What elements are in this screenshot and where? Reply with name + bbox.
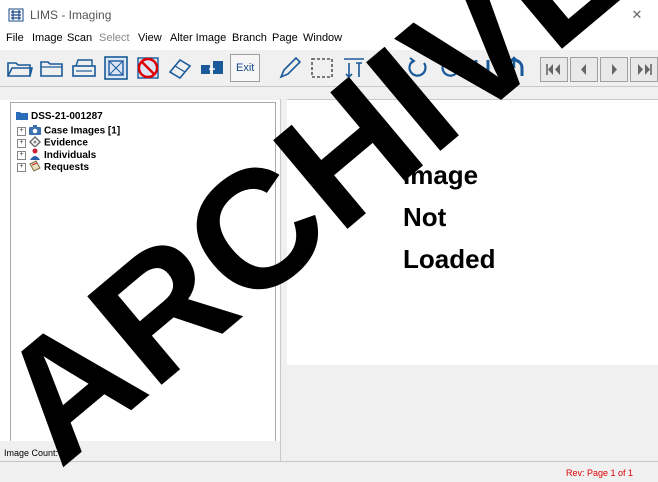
image-count-value: 1 [68, 448, 74, 458]
flip-horizontal-icon[interactable] [500, 54, 528, 82]
tree-root-label: DSS-21-001287 [31, 111, 103, 123]
no-image-icon[interactable] [134, 54, 162, 82]
next-page-button[interactable] [600, 57, 628, 82]
menu-window[interactable]: Window [303, 32, 342, 44]
image-placeholder-line-3: Loaded [403, 244, 496, 274]
window-title: LIMS - Imaging [30, 8, 112, 22]
image-count-label: Image Count: [4, 448, 59, 458]
tree-item-label: Case Images [1] [44, 125, 121, 137]
expand-toggle[interactable]: + [17, 138, 26, 148]
pen-icon[interactable] [276, 54, 304, 82]
menu-scan[interactable]: Scan [67, 32, 92, 44]
tree-item-label: Evidence [44, 137, 88, 149]
flip-vertical-icon[interactable] [468, 54, 496, 82]
status-bar [0, 461, 658, 482]
new-folder-icon[interactable] [38, 54, 66, 82]
image-placeholder-line-2: Not [403, 202, 447, 232]
toolbar: Exit [0, 50, 658, 86]
image-count: Image Count: 1 [4, 448, 74, 458]
image-placeholder-line-1: Image [403, 160, 479, 190]
select-rectangle-icon[interactable] [308, 54, 336, 82]
scanner-icon[interactable] [70, 54, 98, 82]
expand-toggle[interactable]: + [17, 163, 26, 172]
sort-icon[interactable] [340, 54, 368, 82]
tree-item-label: Requests [44, 162, 90, 174]
menu-file[interactable]: File [6, 32, 24, 44]
menu-view[interactable]: View [138, 32, 162, 44]
rotate-left-icon[interactable] [436, 54, 464, 82]
menu-alter-image[interactable]: Alter Image [170, 32, 226, 44]
exit-button[interactable]: Exit [230, 54, 260, 82]
previous-page-icon [581, 64, 586, 75]
minimize-button[interactable]: — [532, 4, 562, 26]
menu-branch[interactable]: Branch [232, 32, 267, 44]
expand-toggle[interactable]: + [17, 151, 26, 160]
page-status: Rev: Page 1 of 1 [566, 468, 634, 478]
image-pane-footer [287, 365, 658, 461]
maximize-button[interactable]: ☐ [576, 4, 606, 26]
menu-page[interactable]: Page [272, 32, 298, 44]
previous-page-button[interactable] [570, 57, 598, 82]
menu-bar: File Image Scan Select View Alter Image … [0, 30, 658, 48]
tree-item-requests[interactable]: + Requests [17, 160, 89, 175]
next-page-icon [612, 64, 617, 75]
first-page-button[interactable] [540, 57, 568, 82]
exit-label: Exit [236, 62, 255, 74]
tree-root[interactable]: DSS-21-001287 [16, 110, 103, 123]
menu-select[interactable]: Select [99, 32, 130, 44]
expand-toggle[interactable]: + [17, 126, 26, 136]
folder-icon [16, 110, 28, 123]
last-page-icon [638, 64, 652, 75]
open-folder-icon[interactable] [6, 54, 34, 82]
menu-image[interactable]: Image [32, 32, 63, 44]
app-icon [8, 8, 24, 22]
title-bar: LIMS - Imaging — ☐ ✕ [0, 0, 658, 30]
image-view-pane[interactable] [287, 99, 658, 366]
export-icon[interactable] [198, 54, 226, 82]
eraser-icon[interactable] [166, 54, 194, 82]
image-gallery-icon[interactable] [102, 54, 130, 82]
first-page-icon [546, 64, 560, 75]
close-button[interactable]: ✕ [622, 4, 652, 26]
request-icon [29, 160, 41, 175]
rotate-right-icon[interactable] [404, 54, 432, 82]
toolbar-divider [0, 86, 658, 100]
last-page-button[interactable] [630, 57, 658, 82]
pin-icon[interactable] [372, 54, 400, 82]
